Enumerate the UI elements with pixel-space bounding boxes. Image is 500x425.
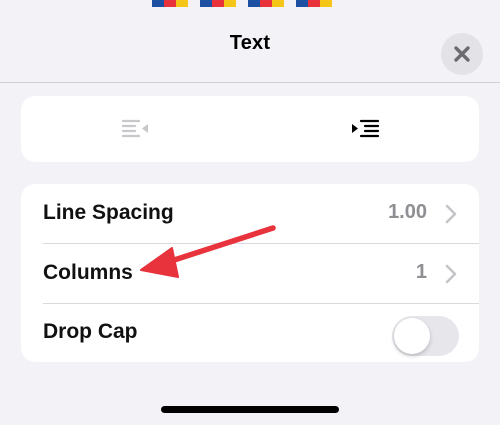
increase-indent-icon (351, 119, 379, 138)
color-swatch-group (248, 0, 284, 7)
drop-cap-label: Drop Cap (43, 320, 138, 343)
sheet-header: Text (0, 8, 500, 82)
sheet-title: Text (229, 32, 271, 54)
top-color-strip (0, 0, 500, 8)
text-settings-list: Line Spacing 1.00 Columns 1 Drop Cap (21, 184, 479, 362)
increase-indent-button[interactable] (250, 96, 479, 162)
home-indicator[interactable] (161, 406, 339, 413)
color-swatch-group (200, 0, 236, 7)
chevron-right-icon (445, 204, 457, 224)
toggle-knob (394, 318, 430, 354)
line-spacing-row[interactable]: Line Spacing 1.00 (21, 184, 479, 243)
decrease-indent-button[interactable] (21, 96, 250, 162)
columns-row[interactable]: Columns 1 (21, 244, 479, 303)
decrease-indent-icon (121, 119, 148, 138)
close-icon (454, 46, 470, 62)
header-divider (0, 82, 500, 83)
drop-cap-toggle[interactable] (392, 316, 459, 356)
color-swatch-group (152, 0, 188, 7)
columns-label: Columns (43, 261, 133, 284)
color-swatch-group (296, 0, 332, 7)
drop-cap-row: Drop Cap (21, 303, 479, 362)
indent-segmented-control (21, 96, 479, 162)
close-button[interactable] (441, 33, 483, 75)
line-spacing-value: 1.00 (388, 201, 427, 223)
columns-value: 1 (415, 261, 427, 283)
line-spacing-label: Line Spacing (43, 201, 174, 224)
chevron-right-icon (445, 264, 457, 284)
